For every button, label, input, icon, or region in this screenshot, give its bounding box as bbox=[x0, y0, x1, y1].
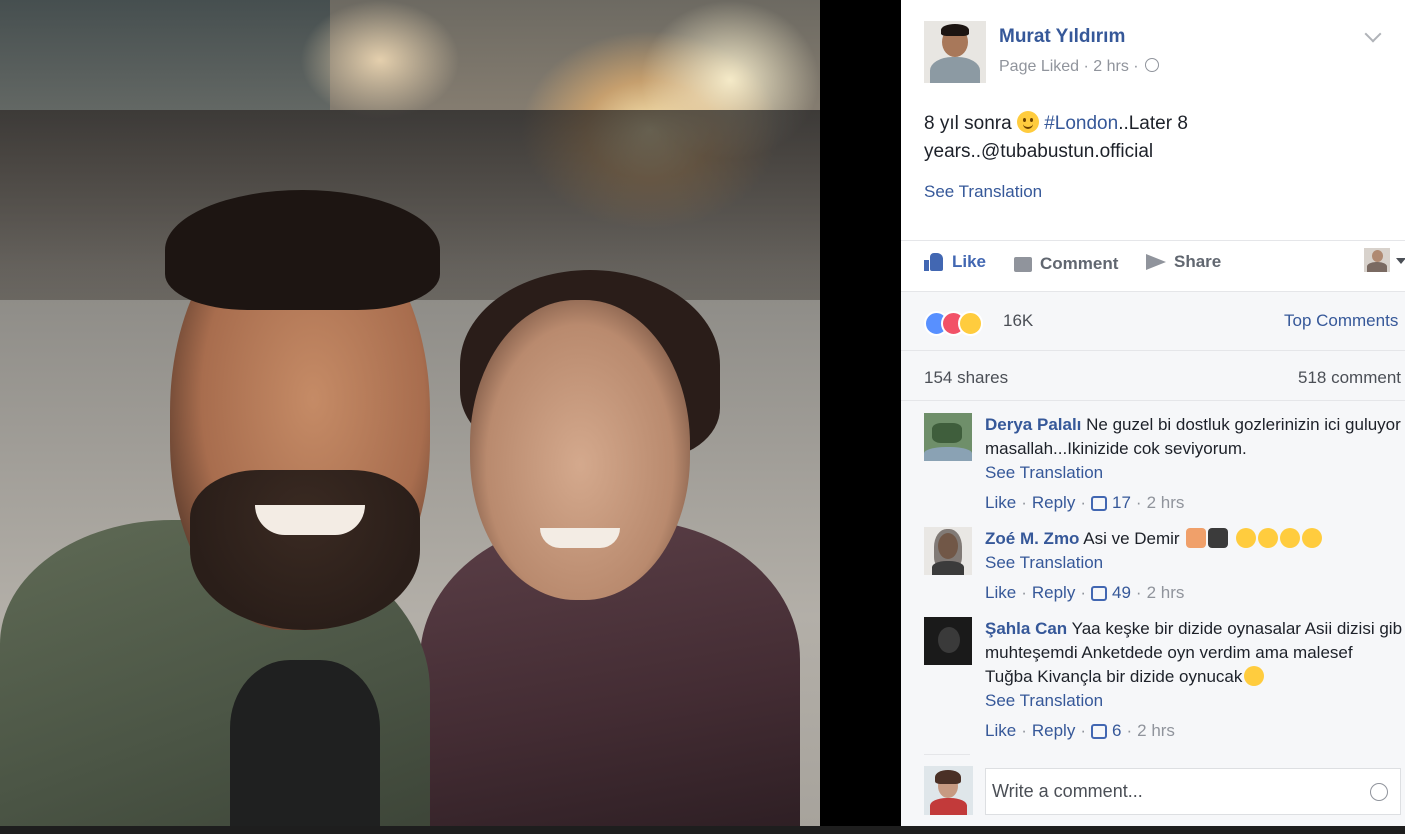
comment-author[interactable]: Şahla Can bbox=[985, 619, 1067, 638]
woman-emoji-icon bbox=[1186, 528, 1207, 548]
man-emoji-icon bbox=[1208, 528, 1229, 548]
comment-text: Derya Palalı Ne guzel bi dostluk gozleri… bbox=[985, 413, 1403, 461]
comment-like-link[interactable]: Like bbox=[985, 719, 1016, 743]
comments-count[interactable]: 518 comment bbox=[1298, 368, 1401, 388]
heart-eyes-emoji-icon bbox=[1280, 528, 1301, 548]
comment-like-count[interactable]: 17 bbox=[1112, 491, 1131, 515]
heart-eyes-emoji-icon bbox=[1236, 528, 1257, 548]
author-name[interactable]: Murat Yıldırım bbox=[999, 26, 1125, 48]
comment-bubble-icon bbox=[1014, 256, 1032, 272]
comment-item: Derya Palalı Ne guzel bi dostluk gozleri… bbox=[924, 413, 1404, 523]
hashtag-link[interactable]: #London bbox=[1044, 113, 1118, 134]
comment-like-count[interactable]: 49 bbox=[1112, 581, 1131, 605]
comment-like-link[interactable]: Like bbox=[985, 581, 1016, 605]
comment-input[interactable] bbox=[986, 769, 1352, 813]
post-meta-text: Page Liked · 2 hrs · bbox=[999, 58, 1139, 75]
kissing-emoji-icon bbox=[1302, 528, 1323, 548]
see-translation-link[interactable]: See Translation bbox=[924, 182, 1042, 202]
share-button[interactable]: Share bbox=[1146, 252, 1221, 272]
comment-body: Asi ve Demir bbox=[1079, 529, 1185, 548]
emoji-picker-icon[interactable] bbox=[1370, 783, 1388, 801]
globe-icon bbox=[1145, 58, 1160, 72]
comment-like-count-icon bbox=[1091, 585, 1107, 601]
comment-see-translation-link[interactable]: See Translation bbox=[985, 461, 1103, 485]
comment-author[interactable]: Zoé M. Zmo bbox=[985, 529, 1079, 548]
comment-like-count-icon bbox=[1091, 495, 1107, 511]
post-photo[interactable] bbox=[0, 0, 820, 826]
comment-like-count[interactable]: 6 bbox=[1112, 719, 1121, 743]
photo-man-hair bbox=[165, 190, 440, 310]
photo-man-beard bbox=[190, 470, 420, 630]
post-text-start: 8 yıl sonra bbox=[924, 113, 1017, 134]
photo-light-glow bbox=[300, 0, 460, 120]
top-comments-dropdown[interactable]: Top Comments bbox=[1284, 311, 1398, 331]
post-panel: Murat Yıldırım Page Liked · 2 hrs · 8 yı… bbox=[901, 0, 1405, 826]
comment-actions: Like · Reply · 6 · 2 hrs bbox=[985, 719, 1175, 743]
photo-man-shirt bbox=[230, 660, 380, 826]
comment-label: Comment bbox=[1040, 254, 1119, 273]
comment-reply-link[interactable]: Reply bbox=[1032, 491, 1075, 515]
thumbs-up-icon bbox=[924, 253, 944, 271]
smiling-emoji-icon bbox=[1016, 111, 1039, 133]
comment-like-link[interactable]: Like bbox=[985, 491, 1016, 515]
commenter-avatar[interactable] bbox=[924, 617, 972, 665]
photo-woman-smile bbox=[540, 528, 620, 548]
comment-time[interactable]: 2 hrs bbox=[1147, 491, 1185, 515]
divider bbox=[924, 754, 970, 755]
viewer-avatar[interactable] bbox=[1364, 248, 1390, 272]
post-actions: Like Comment Share bbox=[924, 250, 1394, 278]
comment-see-translation-link[interactable]: See Translation bbox=[985, 689, 1103, 713]
comment-text: Şahla Can Yaa keşke bir dizide oynasalar… bbox=[985, 617, 1403, 689]
author-avatar[interactable] bbox=[924, 21, 986, 83]
photo-man-smile bbox=[255, 505, 365, 535]
photo-background-building bbox=[0, 0, 330, 110]
commenter-avatar[interactable] bbox=[924, 413, 972, 461]
comment-text: Zoé M. Zmo Asi ve Demir bbox=[985, 527, 1403, 551]
comment-item: Zoé M. Zmo Asi ve Demir See Translation … bbox=[924, 527, 1404, 617]
photo-woman-face bbox=[470, 300, 690, 600]
smiling-emoji-icon bbox=[1244, 666, 1265, 686]
comment-item: Şahla Can Yaa keşke bir dizide oynasalar… bbox=[924, 617, 1404, 747]
reaction-count[interactable]: 16K bbox=[1003, 311, 1033, 331]
shares-count[interactable]: 154 shares bbox=[924, 368, 1008, 388]
divider bbox=[901, 240, 1405, 241]
comment-see-translation-link[interactable]: See Translation bbox=[985, 551, 1103, 575]
comment-actions: Like · Reply · 49 · 2 hrs bbox=[985, 581, 1184, 605]
comment-actions: Like · Reply · 17 · 2 hrs bbox=[985, 491, 1184, 515]
comment-composer[interactable] bbox=[985, 768, 1401, 815]
post-options-chevron-icon[interactable] bbox=[1364, 25, 1382, 43]
bottom-bar bbox=[0, 826, 1405, 834]
composer-avatar[interactable] bbox=[924, 766, 973, 815]
comment-reply-link[interactable]: Reply bbox=[1032, 719, 1075, 743]
like-label: Like bbox=[952, 252, 987, 271]
comment-author[interactable]: Derya Palalı bbox=[985, 415, 1081, 434]
comment-reply-link[interactable]: Reply bbox=[1032, 581, 1075, 605]
divider bbox=[901, 350, 1405, 351]
wow-reaction-icon bbox=[958, 311, 983, 336]
post-as-dropdown-caret-icon[interactable] bbox=[1396, 258, 1405, 264]
commenter-avatar[interactable] bbox=[924, 527, 972, 575]
post-meta: Page Liked · 2 hrs · bbox=[999, 58, 1160, 76]
like-button[interactable]: Like bbox=[924, 252, 986, 272]
post-text: 8 yıl sonra #London..Later 8 years..@tub… bbox=[924, 110, 1244, 166]
share-arrow-icon bbox=[1146, 254, 1166, 270]
comment-like-count-icon bbox=[1091, 723, 1107, 739]
comment-time[interactable]: 2 hrs bbox=[1137, 719, 1175, 743]
comment-time[interactable]: 2 hrs bbox=[1147, 581, 1185, 605]
divider bbox=[901, 400, 1405, 401]
heart-eyes-emoji-icon bbox=[1258, 528, 1279, 548]
share-label: Share bbox=[1174, 252, 1222, 271]
